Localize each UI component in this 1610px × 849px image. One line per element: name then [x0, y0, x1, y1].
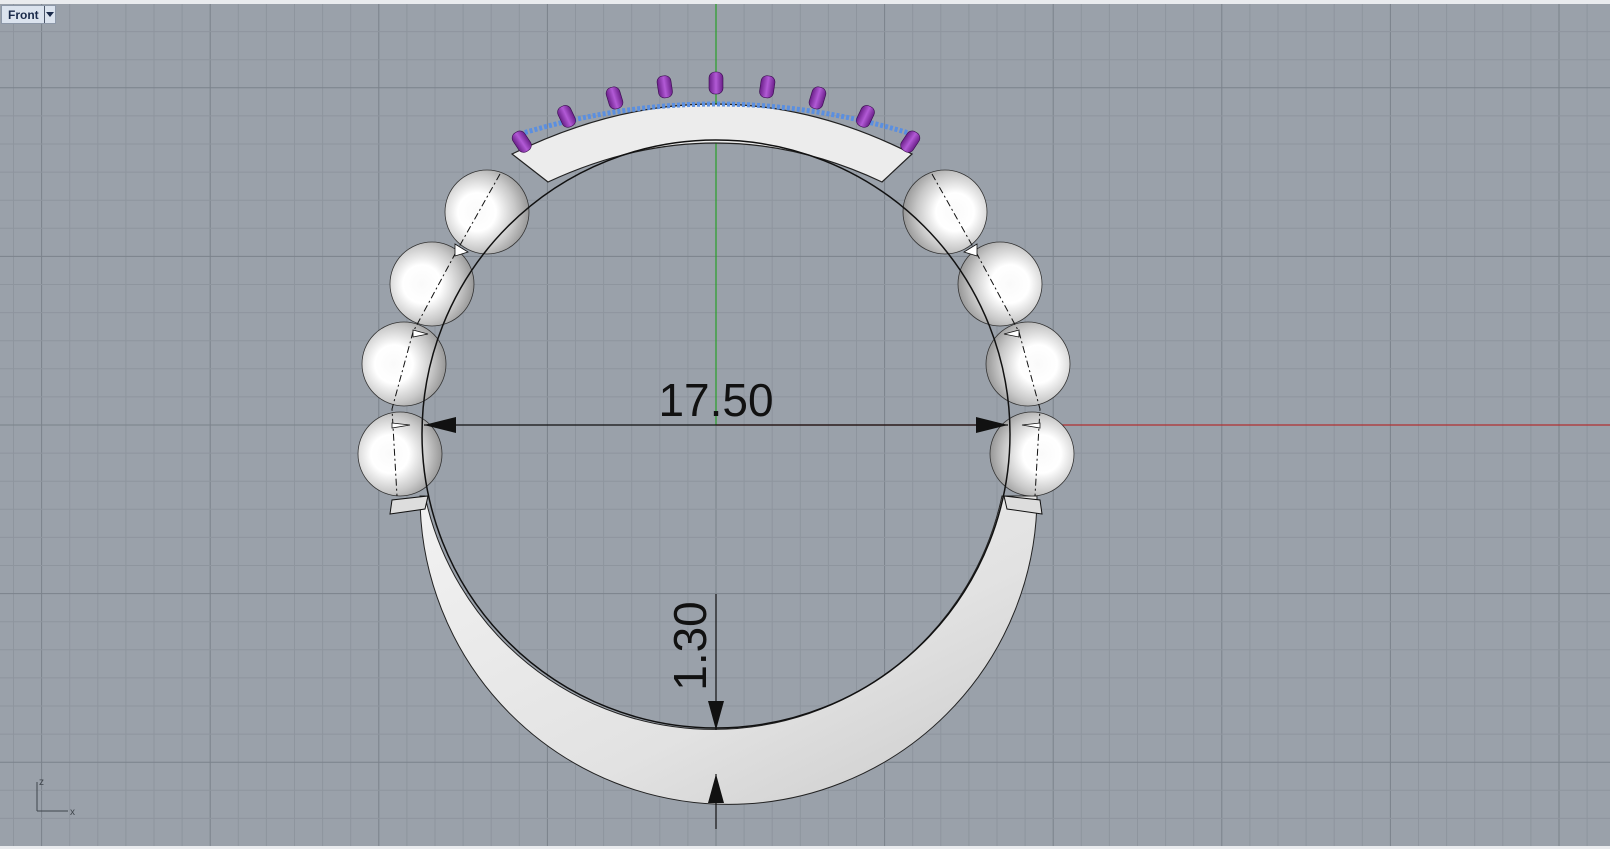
- ball-right-1: [902, 169, 988, 255]
- ball-left-2: [389, 241, 475, 327]
- gem-prong: [656, 75, 673, 99]
- gem-prong: [557, 105, 576, 128]
- dimension-diameter[interactable]: 17.50: [424, 374, 1008, 433]
- axis-icon-x-label: x: [70, 807, 75, 818]
- gem-prong: [808, 86, 827, 110]
- viewport-title-label[interactable]: Front: [2, 8, 44, 22]
- axis-icon-z-label: z: [39, 777, 44, 788]
- diameter-value: 17.50: [658, 374, 773, 426]
- thickness-value: 1.30: [664, 601, 716, 691]
- viewport-menu-dropdown-icon[interactable]: [43, 6, 55, 23]
- thickness-arrow-top: [708, 701, 724, 730]
- gem-prong: [856, 105, 875, 128]
- gem-prong: [759, 75, 776, 99]
- ball-right-2: [957, 241, 1043, 327]
- gem-prong: [708, 71, 724, 95]
- front-viewport[interactable]: 17.50 1.30 z x: [0, 4, 1610, 846]
- viewport-title-tab[interactable]: Front: [1, 5, 56, 24]
- gem-prong: [605, 86, 624, 110]
- ball-left-1: [444, 169, 530, 255]
